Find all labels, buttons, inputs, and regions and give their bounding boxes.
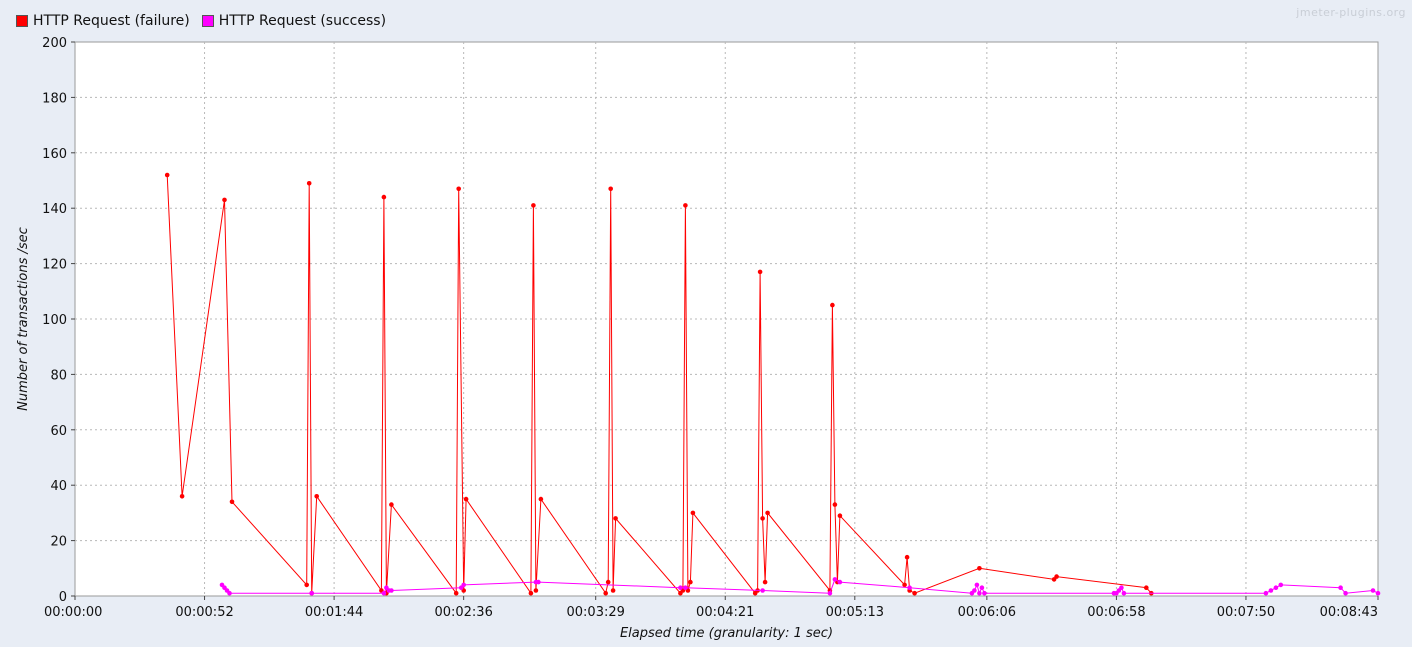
data-point-series-0 [1144,585,1149,590]
data-point-series-0 [757,269,763,275]
y-tick-label: 180 [42,91,67,106]
data-point-series-1 [982,590,987,596]
x-tick-label: 00:00:52 [175,605,233,620]
data-point-series-0 [605,579,611,585]
data-point-series-0 [610,588,616,593]
data-point-series-1 [381,590,387,596]
data-point-series-0 [1054,574,1059,579]
x-tick-label: 00:05:13 [826,605,884,620]
data-point-series-1 [979,585,985,590]
data-point-series-1 [827,590,833,596]
data-point-series-1 [1278,582,1284,588]
data-point-series-0 [904,554,910,560]
data-point-series-0 [608,186,613,192]
x-tick-label: 00:03:29 [567,605,625,620]
data-point-series-0 [453,590,459,596]
data-point-series-0 [528,590,534,596]
data-point-series-1 [1121,590,1127,596]
data-point-series-1 [227,590,232,596]
x-tick-label: 00:01:44 [305,605,363,620]
data-point-series-1 [1338,585,1343,590]
data-point-series-1 [461,582,467,588]
data-point-series-0 [164,172,170,178]
x-tick-label: 00:08:43 [1320,605,1378,620]
data-point-series-1 [1370,588,1376,593]
data-point-series-0 [613,516,618,521]
data-point-series-0 [830,302,835,308]
data-point-series-1 [977,590,982,596]
data-point-series-0 [690,510,696,516]
data-point-series-1 [683,585,688,590]
data-point-series-1 [1268,588,1274,593]
y-tick-label: 140 [42,202,67,217]
data-point-series-0 [531,203,536,208]
data-point-series-0 [837,513,843,518]
data-point-series-0 [306,181,312,186]
data-point-series-0 [977,566,982,571]
data-point-series-1 [837,579,843,585]
data-point-series-0 [762,579,768,585]
data-point-series-1 [678,585,683,590]
data-point-series-0 [832,502,838,507]
y-tick-label: 40 [50,479,67,494]
data-point-series-0 [683,203,688,208]
data-point-series-0 [222,197,227,203]
data-point-series-1 [309,590,315,596]
x-tick-label: 00:06:58 [1087,605,1145,620]
data-point-series-0 [912,590,917,596]
data-point-series-0 [533,588,539,593]
data-point-series-0 [688,579,693,585]
data-point-series-0 [179,494,185,499]
y-tick-label: 20 [50,535,67,550]
x-tick-label: 00:02:36 [434,605,492,620]
data-point-series-1 [1273,585,1279,590]
data-point-series-1 [1343,590,1348,596]
data-point-series-0 [538,496,544,502]
data-point-series-1 [1263,590,1269,596]
data-point-series-0 [760,516,765,521]
data-point-series-0 [456,186,462,192]
data-point-series-1 [1119,585,1124,590]
x-tick-label: 00:00:00 [44,605,102,620]
x-tick-label: 00:04:21 [696,605,754,620]
data-point-series-1 [907,585,912,590]
y-tick-label: 160 [42,147,67,162]
chart-svg: 0 20 40 60 80 100 120 140 160 180 200 00:00:00 00:00… [16,36,1381,641]
data-point-series-0 [229,499,235,505]
y-tick-label: 60 [50,424,67,439]
y-tick-label: 0 [59,590,67,605]
data-point-series-1 [972,588,977,593]
data-point-series-1 [1375,590,1381,596]
y-axis-title: Number of transactions /sec [16,227,31,411]
x-tick-label: 00:07:50 [1217,605,1275,620]
data-point-series-1 [536,579,541,585]
data-point-series-1 [389,588,394,593]
data-point-series-1 [832,577,838,582]
data-point-series-0 [314,494,320,499]
data-point-series-0 [389,502,394,507]
data-point-series-1 [760,588,765,593]
data-point-series-0 [381,194,387,200]
chart-panel: HTTP Request (failure) HTTP Request (suc… [0,0,1412,647]
data-point-series-0 [463,496,469,502]
data-point-series-0 [603,590,608,596]
data-point-series-0 [902,582,907,588]
y-tick-label: 200 [42,36,67,51]
x-axis-title: Elapsed time (granularity: 1 sec) [620,626,833,641]
y-tick-label: 120 [42,258,67,273]
data-point-series-0 [304,582,310,588]
data-point-series-1 [974,582,980,588]
y-tick-label: 100 [42,313,67,328]
x-tick-label: 00:06:06 [958,605,1016,620]
data-point-series-0 [765,510,770,516]
y-tick-label: 80 [50,368,67,383]
